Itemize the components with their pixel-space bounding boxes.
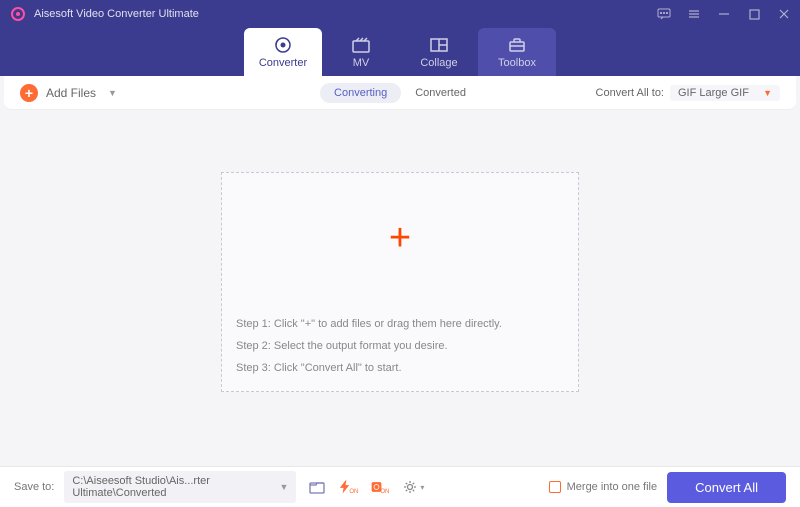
add-files-button[interactable]: + Add Files ▼: [20, 84, 117, 102]
merge-checkbox[interactable]: Merge into one file: [549, 481, 658, 493]
chevron-down-icon: ▼: [108, 88, 117, 98]
toolbox-icon: [507, 36, 527, 54]
step-text: Step 3: Click "Convert All" to start.: [236, 357, 564, 379]
plus-icon: +: [389, 217, 411, 260]
tab-label: Toolbox: [498, 57, 536, 69]
maximize-icon[interactable]: [746, 6, 762, 22]
app-logo-icon: [10, 6, 26, 22]
add-files-label: Add Files: [46, 86, 96, 100]
instructions: Step 1: Click "+" to add files or drag t…: [222, 303, 578, 391]
tab-converting[interactable]: Converting: [320, 83, 401, 103]
save-to-label: Save to:: [14, 481, 54, 493]
feedback-icon[interactable]: [656, 6, 672, 22]
tab-converted[interactable]: Converted: [401, 83, 480, 103]
footer: Save to: C:\Aiseesoft Studio\Ais...rter …: [0, 466, 800, 507]
step-text: Step 1: Click "+" to add files or drag t…: [236, 313, 564, 335]
mv-icon: [351, 36, 371, 54]
tab-toolbox[interactable]: Toolbox: [478, 28, 556, 76]
converter-icon: [273, 36, 293, 54]
status-segment: Converting Converted: [320, 83, 480, 103]
chevron-down-icon: ▼: [279, 482, 288, 492]
tab-label: Collage: [420, 57, 457, 69]
main-tabs: Converter MV Collage Toolbox: [0, 28, 800, 76]
menu-icon[interactable]: [686, 6, 702, 22]
save-path-select[interactable]: C:\Aiseesoft Studio\Ais...rter Ultimate\…: [64, 471, 296, 503]
tab-mv[interactable]: MV: [322, 28, 400, 76]
checkbox-icon: [549, 481, 561, 493]
tab-collage[interactable]: Collage: [400, 28, 478, 76]
toolbar: + Add Files ▼ Converting Converted Conve…: [4, 76, 796, 110]
plus-icon: +: [20, 84, 38, 102]
format-value: GIF Large GIF: [678, 87, 749, 99]
open-folder-button[interactable]: [306, 476, 328, 498]
merge-label: Merge into one file: [567, 481, 658, 493]
tab-label: MV: [353, 57, 370, 69]
settings-button[interactable]: ▾: [402, 476, 424, 498]
high-speed-button[interactable]: ON: [370, 476, 392, 498]
app-title: Aisesoft Video Converter Ultimate: [34, 8, 199, 20]
collage-icon: [429, 36, 449, 54]
add-files-dropzone[interactable]: +: [222, 173, 578, 303]
chevron-down-icon: ▼: [763, 88, 772, 98]
close-icon[interactable]: [776, 6, 792, 22]
convert-all-to-label: Convert All to:: [596, 87, 664, 99]
hardware-accel-button[interactable]: ON: [338, 476, 360, 498]
step-text: Step 2: Select the output format you des…: [236, 335, 564, 357]
tab-converter[interactable]: Converter: [244, 28, 322, 76]
main-area: + Step 1: Click "+" to add files or drag…: [0, 110, 800, 466]
tab-label: Converter: [259, 57, 307, 69]
convert-all-button[interactable]: Convert All: [667, 472, 786, 503]
output-format-select[interactable]: GIF Large GIF ▼: [670, 85, 780, 101]
minimize-icon[interactable]: [716, 6, 732, 22]
dropzone: + Step 1: Click "+" to add files or drag…: [221, 172, 579, 392]
titlebar: Aisesoft Video Converter Ultimate Conver…: [0, 0, 800, 76]
save-path-value: C:\Aiseesoft Studio\Ais...rter Ultimate\…: [72, 475, 275, 499]
